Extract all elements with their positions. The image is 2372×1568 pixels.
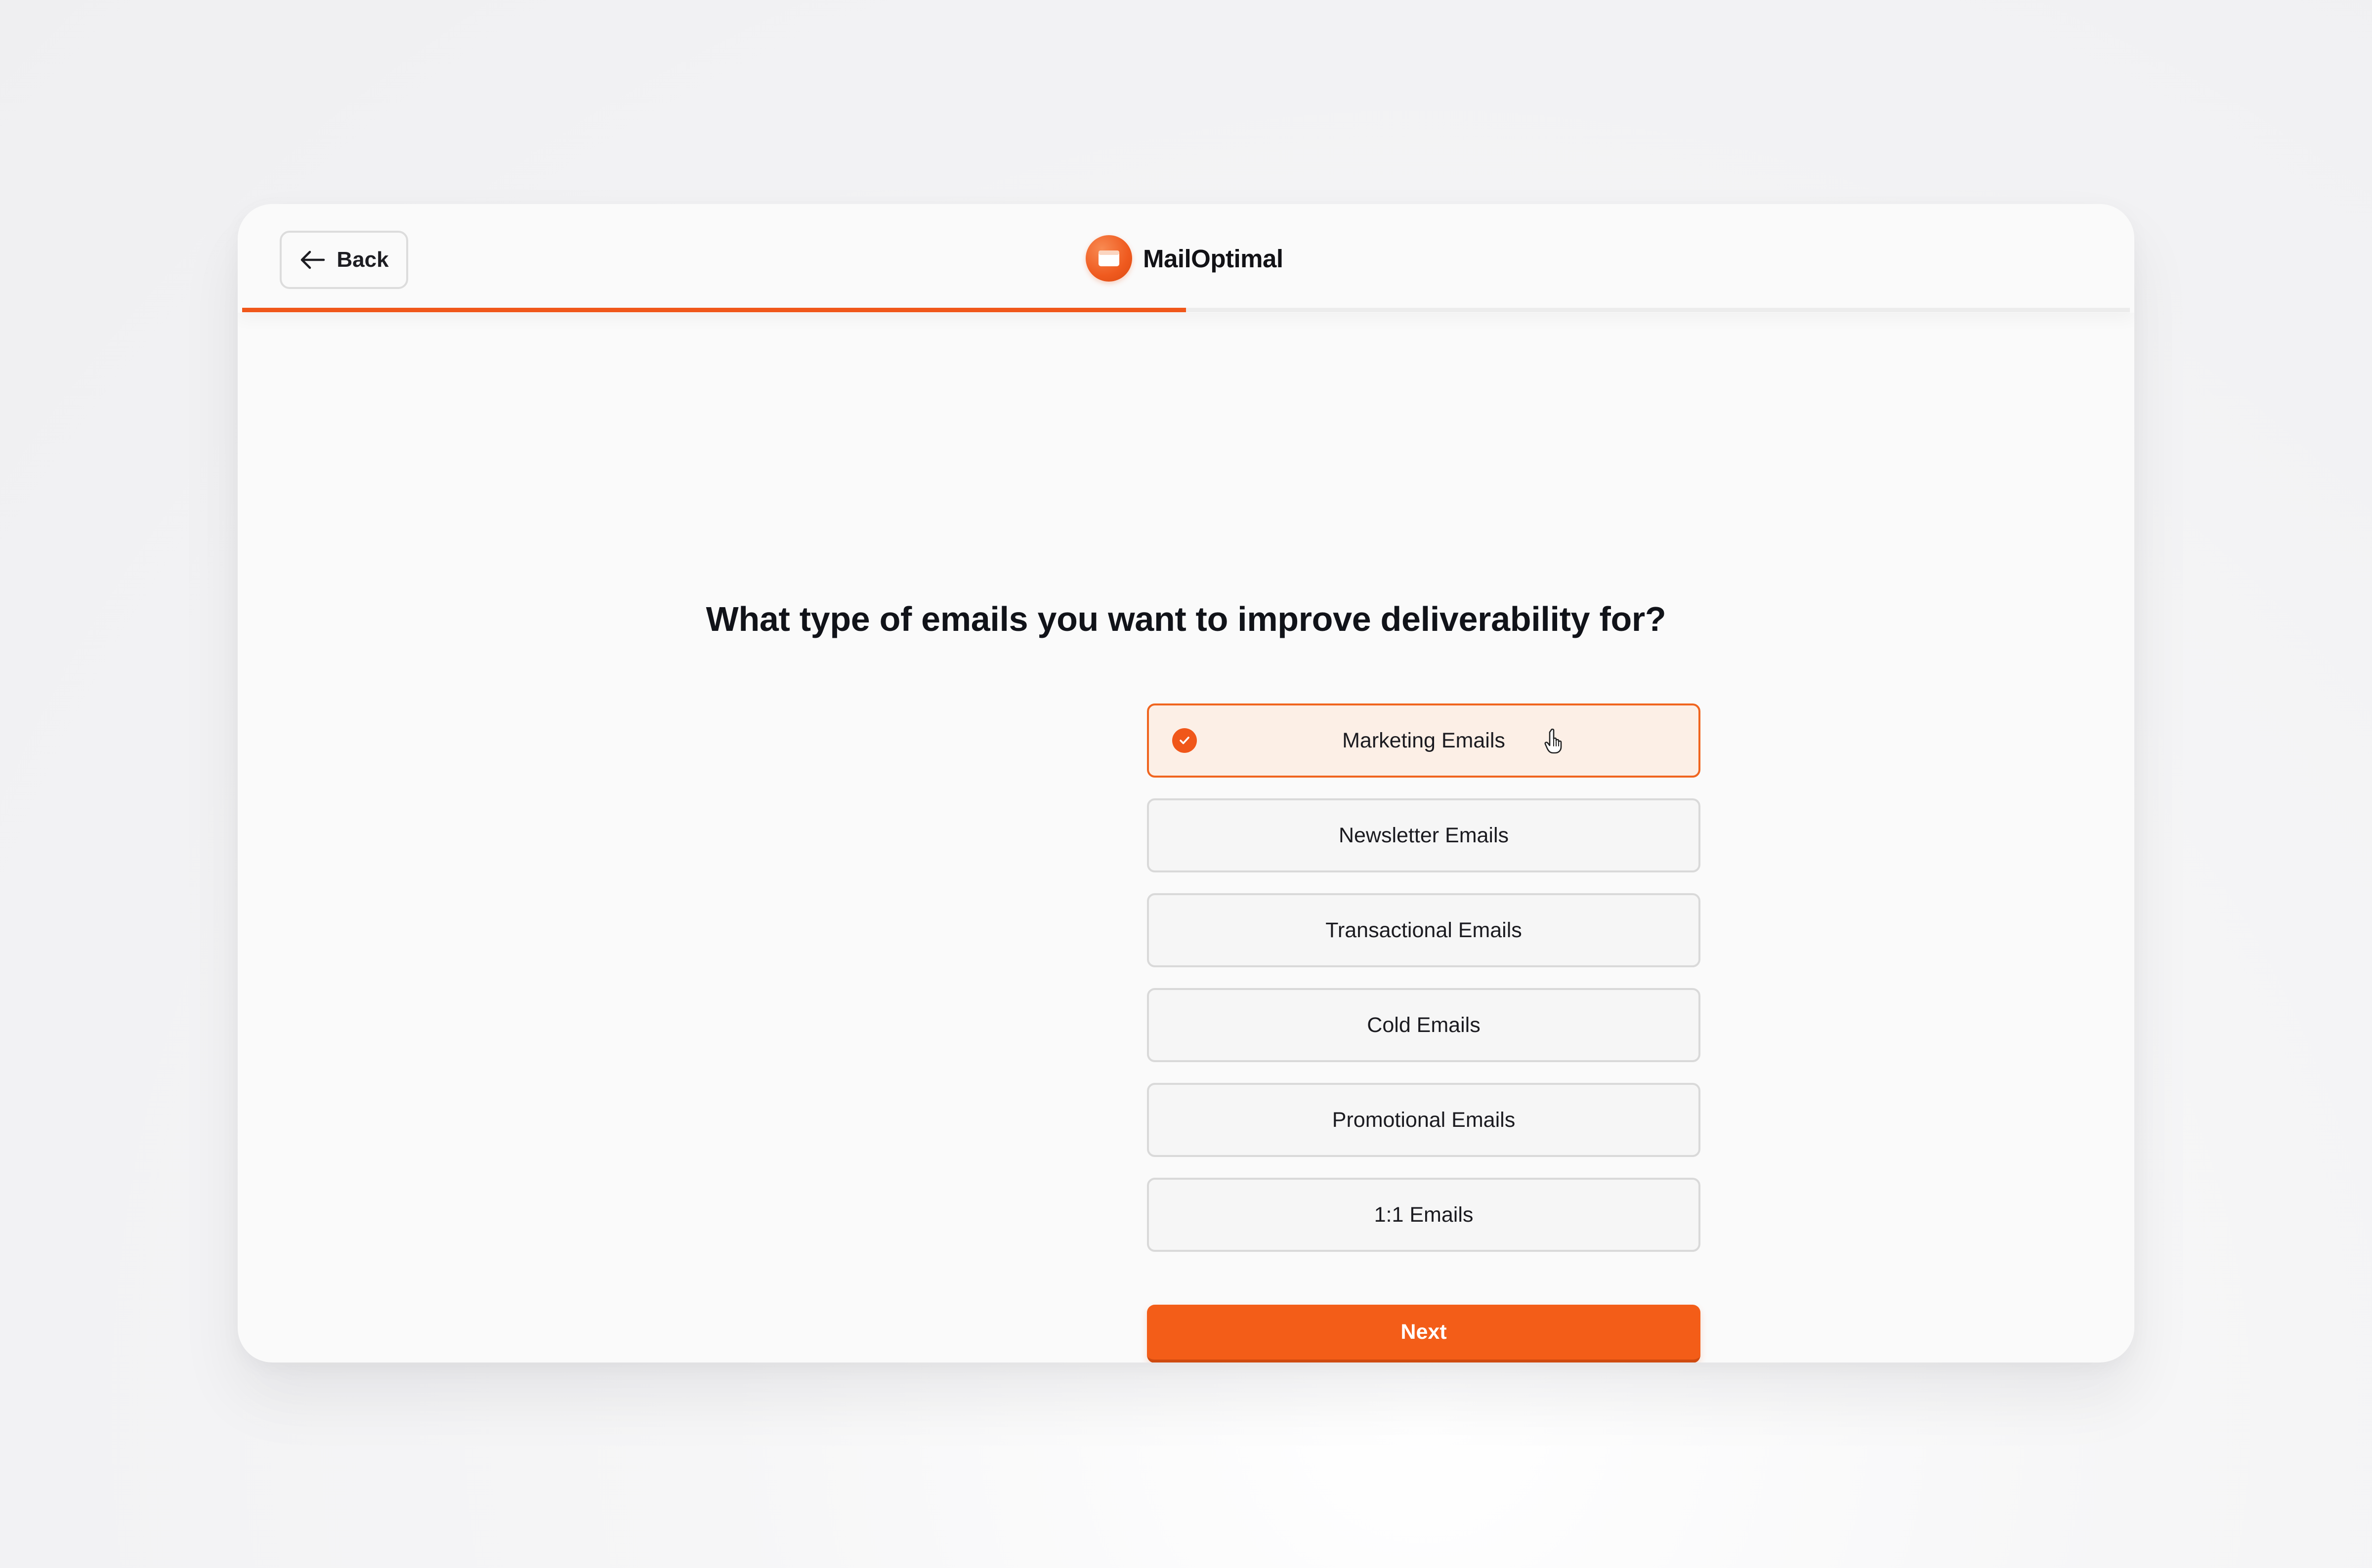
option-label: Marketing Emails — [1342, 728, 1505, 752]
onboarding-card: Back MailOptimal What type of emails you… — [238, 204, 2134, 1362]
option-label: 1:1 Emails — [1374, 1202, 1474, 1227]
brand: MailOptimal — [1086, 235, 1283, 282]
option-label: Cold Emails — [1367, 1013, 1481, 1037]
arrow-left-icon — [299, 250, 326, 270]
hand-pointer-icon — [1544, 728, 1566, 757]
progress-bar — [242, 308, 2130, 312]
option-newsletter-emails[interactable]: Newsletter Emails — [1147, 798, 1700, 872]
option-label: Promotional Emails — [1332, 1108, 1516, 1132]
option-transactional-emails[interactable]: Transactional Emails — [1147, 893, 1700, 967]
back-label: Back — [337, 248, 389, 272]
option-marketing-emails[interactable]: Marketing Emails — [1147, 703, 1700, 778]
back-button[interactable]: Back — [280, 231, 408, 289]
option-label: Newsletter Emails — [1338, 823, 1509, 847]
option-label: Transactional Emails — [1325, 918, 1522, 942]
next-label: Next — [1400, 1320, 1447, 1344]
brand-name: MailOptimal — [1143, 244, 1283, 273]
option-cold-emails[interactable]: Cold Emails — [1147, 988, 1700, 1062]
option-promotional-emails[interactable]: Promotional Emails — [1147, 1083, 1700, 1157]
check-icon — [1172, 728, 1197, 753]
next-button[interactable]: Next — [1147, 1305, 1700, 1362]
top-bar: Back MailOptimal — [238, 204, 2134, 313]
option-one-to-one-emails[interactable]: 1:1 Emails — [1147, 1178, 1700, 1252]
question-title: What type of emails you want to improve … — [706, 600, 1666, 638]
mail-icon — [1086, 235, 1132, 282]
options-list: Marketing Emails Newsletter Emails Trans… — [1147, 703, 1700, 1273]
progress-fill — [242, 308, 1186, 312]
